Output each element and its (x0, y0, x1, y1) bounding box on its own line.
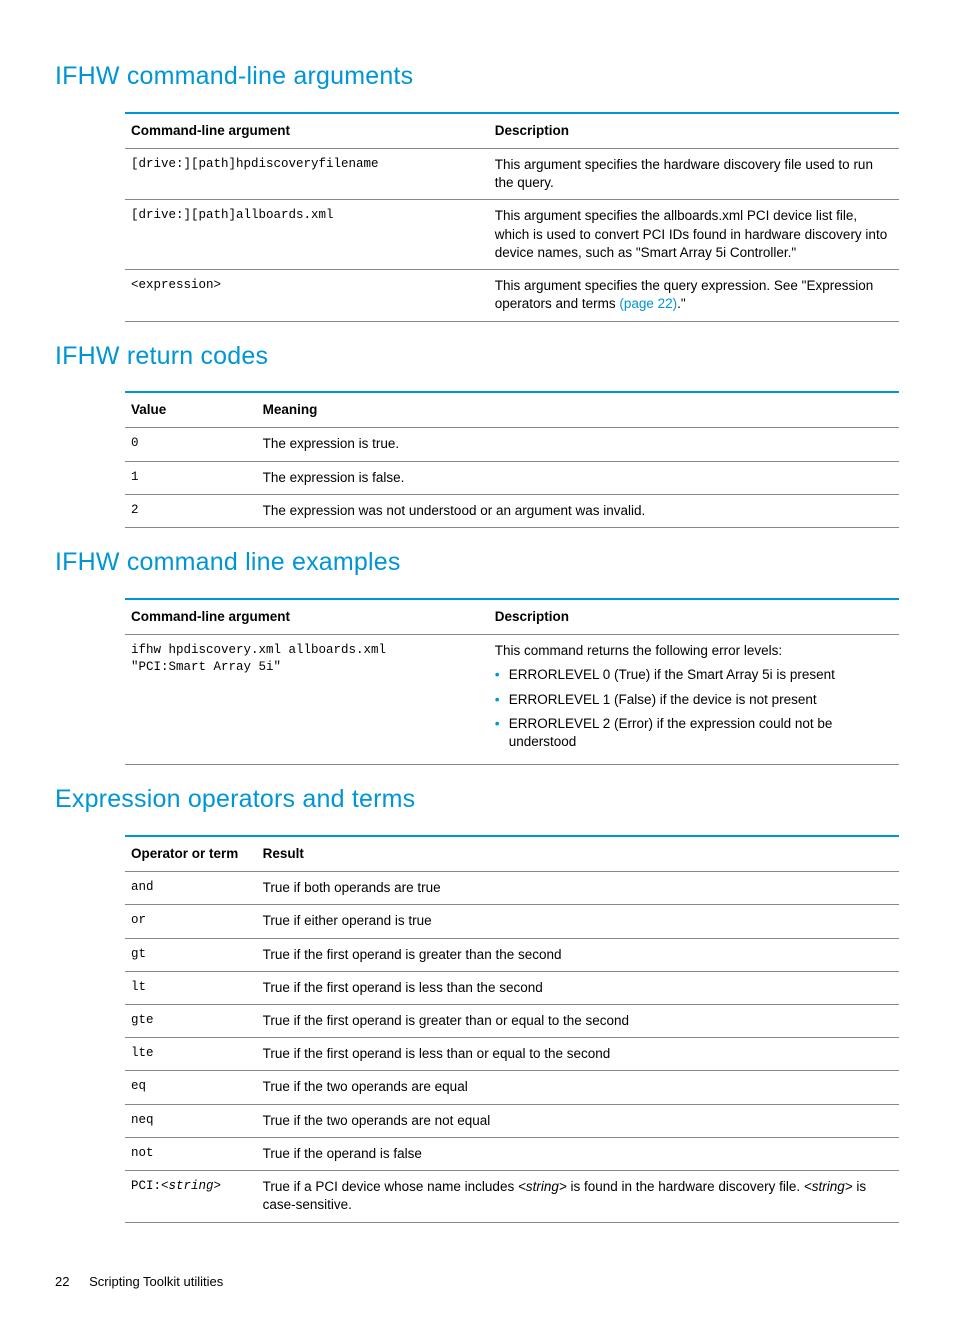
table-row: eqTrue if the two operands are equal (125, 1071, 899, 1104)
table-row: notTrue if the operand is false (125, 1137, 899, 1170)
table-examples: Command-line argument Description ifhw h… (125, 598, 899, 765)
heading-expression-ops: Expression operators and terms (55, 783, 899, 817)
list-item: ERRORLEVEL 2 (Error) if the expression c… (495, 715, 893, 751)
cell-op: lte (125, 1038, 257, 1071)
list-item: ERRORLEVEL 1 (False) if the device is no… (495, 691, 893, 709)
table-row: <expression> This argument specifies the… (125, 270, 899, 321)
list-item: ERRORLEVEL 0 (True) if the Smart Array 5… (495, 666, 893, 684)
heading-ifhw-args: IFHW command-line arguments (55, 60, 899, 94)
table-row: andTrue if both operands are true (125, 872, 899, 905)
text: ." (677, 296, 686, 311)
italic-text: <string> (161, 1179, 221, 1193)
th-result: Result (257, 836, 899, 872)
cell-result: True if a PCI device whose name includes… (257, 1171, 899, 1222)
cell-op: PCI:<string> (125, 1171, 257, 1222)
cell-op: not (125, 1137, 257, 1170)
heading-ifhw-examples: IFHW command line examples (55, 546, 899, 580)
cell-result: True if the first operand is less than o… (257, 1038, 899, 1071)
cell-result: True if the first operand is less than t… (257, 971, 899, 1004)
cell-result: True if the two operands are not equal (257, 1104, 899, 1137)
cell-value: 0 (125, 428, 257, 461)
cell-meaning: The expression was not understood or an … (257, 494, 899, 527)
table-row: 1 The expression is false. (125, 461, 899, 494)
cell-desc: This argument specifies the hardware dis… (489, 148, 899, 199)
th-arg: Command-line argument (125, 599, 489, 635)
cell-desc: This argument specifies the allboards.xm… (489, 200, 899, 270)
cell-value: 2 (125, 494, 257, 527)
cell-result: True if both operands are true (257, 872, 899, 905)
table-row: neqTrue if the two operands are not equa… (125, 1104, 899, 1137)
table-ifhw-args: Command-line argument Description [drive… (125, 112, 899, 322)
page-number: 22 (55, 1273, 69, 1291)
th-meaning: Meaning (257, 392, 899, 428)
text: True if a PCI device whose name includes (263, 1179, 518, 1194)
table-row: gtTrue if the first operand is greater t… (125, 938, 899, 971)
cell-op: eq (125, 1071, 257, 1104)
cell-meaning: The expression is true. (257, 428, 899, 461)
th-value: Value (125, 392, 257, 428)
table-row: [drive:][path]hpdiscoveryfilename This a… (125, 148, 899, 199)
table-row: [drive:][path]allboards.xml This argumen… (125, 200, 899, 270)
th-arg: Command-line argument (125, 113, 489, 149)
table-row: PCI:<string> True if a PCI device whose … (125, 1171, 899, 1222)
italic-text: <string> (518, 1179, 567, 1194)
page-link[interactable]: (page 22) (619, 296, 677, 311)
th-desc: Description (489, 599, 899, 635)
cell-result: True if either operand is true (257, 905, 899, 938)
cell-arg: ifhw hpdiscovery.xml allboards.xml "PCI:… (125, 635, 489, 765)
footer-title: Scripting Toolkit utilities (89, 1274, 223, 1289)
text: This command returns the following error… (495, 643, 782, 658)
code-line: ifhw hpdiscovery.xml allboards.xml (131, 643, 386, 657)
table-row: ifhw hpdiscovery.xml allboards.xml "PCI:… (125, 635, 899, 765)
cell-op: gt (125, 938, 257, 971)
page-footer: 22 Scripting Toolkit utilities (55, 1273, 899, 1291)
cell-op: neq (125, 1104, 257, 1137)
cell-desc: This command returns the following error… (489, 635, 899, 765)
th-op: Operator or term (125, 836, 257, 872)
cell-result: True if the first operand is greater tha… (257, 1005, 899, 1038)
cell-arg: [drive:][path]allboards.xml (125, 200, 489, 270)
table-row: lteTrue if the first operand is less tha… (125, 1038, 899, 1071)
italic-text: <string> (804, 1179, 853, 1194)
cell-value: 1 (125, 461, 257, 494)
heading-ifhw-returns: IFHW return codes (55, 340, 899, 374)
cell-op: or (125, 905, 257, 938)
text: is found in the hardware discovery file. (567, 1179, 804, 1194)
table-row: 2 The expression was not understood or a… (125, 494, 899, 527)
cell-op: and (125, 872, 257, 905)
table-row: gteTrue if the first operand is greater … (125, 1005, 899, 1038)
cell-desc: This argument specifies the query expres… (489, 270, 899, 321)
cell-result: True if the two operands are equal (257, 1071, 899, 1104)
code-line: "PCI:Smart Array 5i" (131, 660, 281, 674)
cell-result: True if the operand is false (257, 1137, 899, 1170)
cell-op: lt (125, 971, 257, 1004)
cell-arg: [drive:][path]hpdiscoveryfilename (125, 148, 489, 199)
cell-result: True if the first operand is greater tha… (257, 938, 899, 971)
th-desc: Description (489, 113, 899, 149)
table-operators: Operator or term Result andTrue if both … (125, 835, 899, 1223)
table-return-codes: Value Meaning 0 The expression is true. … (125, 391, 899, 528)
cell-arg: <expression> (125, 270, 489, 321)
cell-meaning: The expression is false. (257, 461, 899, 494)
table-row: 0 The expression is true. (125, 428, 899, 461)
table-row: orTrue if either operand is true (125, 905, 899, 938)
text: PCI: (131, 1179, 161, 1193)
cell-op: gte (125, 1005, 257, 1038)
table-row: ltTrue if the first operand is less than… (125, 971, 899, 1004)
